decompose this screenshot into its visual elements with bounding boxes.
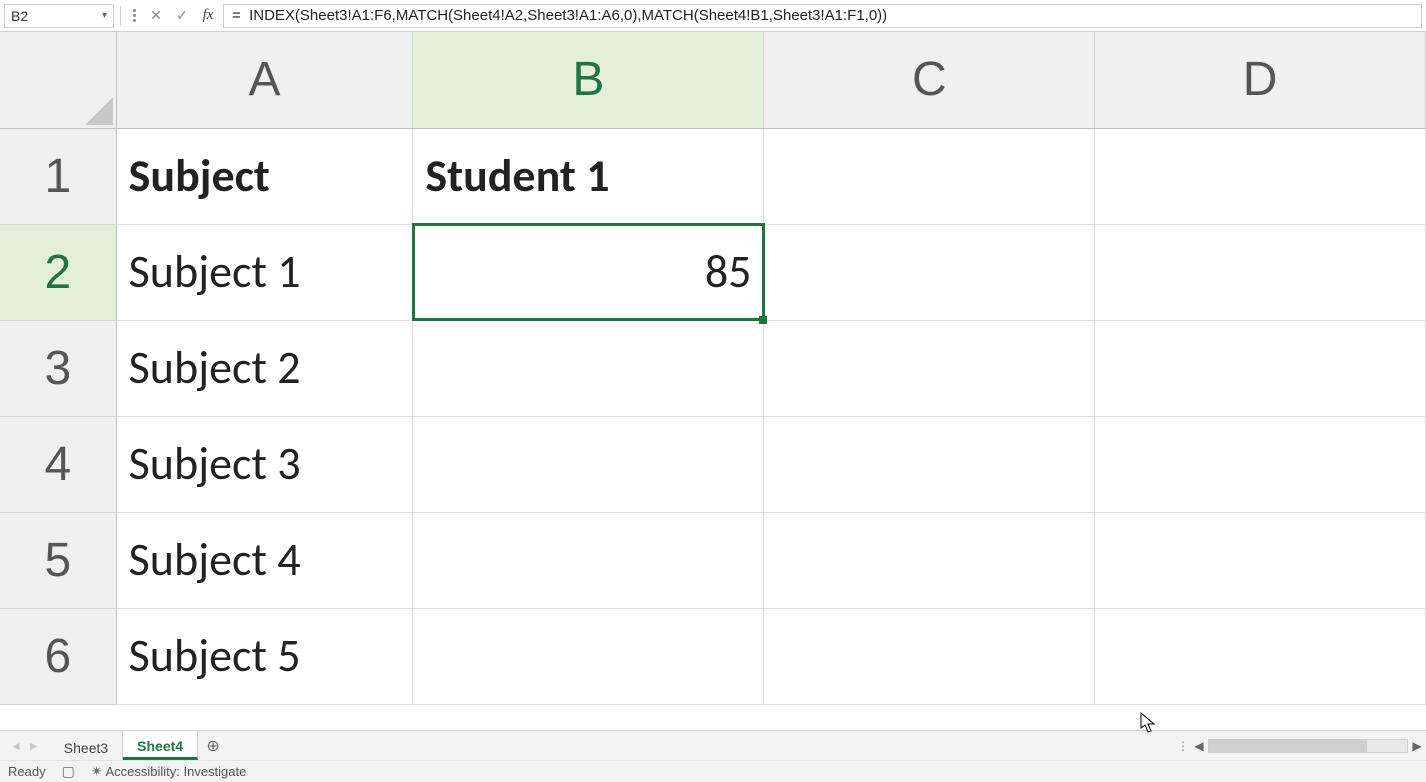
column-header-A[interactable]: A <box>116 32 413 128</box>
spacer <box>228 731 1176 760</box>
cell-C4[interactable] <box>764 416 1095 512</box>
cell-A6[interactable]: Subject 5 <box>116 608 413 704</box>
cell-C3[interactable] <box>764 320 1095 416</box>
cell-D5[interactable] <box>1095 512 1426 608</box>
cell-B5[interactable] <box>413 512 764 608</box>
sheet-table: ABCD1SubjectStudent 12Subject 1853Subjec… <box>0 32 1426 705</box>
accessibility-status[interactable]: ✴ Accessibility: Investigate <box>91 763 247 780</box>
scroll-thumb[interactable] <box>1209 740 1367 752</box>
row-header-2[interactable]: 2 <box>0 224 116 320</box>
accessibility-text: Accessibility: Investigate <box>105 764 246 779</box>
scroll-left-button[interactable]: ◀ <box>1190 739 1208 753</box>
cell-C2[interactable] <box>764 224 1095 320</box>
cell-A5[interactable]: Subject 4 <box>116 512 413 608</box>
column-header-B[interactable]: B <box>413 32 764 128</box>
column-header-C[interactable]: C <box>764 32 1095 128</box>
cancel-formula-button[interactable]: ✕ <box>145 5 167 27</box>
cell-D2[interactable] <box>1095 224 1426 320</box>
cell-A2[interactable]: Subject 1 <box>116 224 413 320</box>
status-bar: Ready ▢ ✴ Accessibility: Investigate <box>0 760 1426 782</box>
scroll-track[interactable] <box>1208 739 1408 753</box>
macro-recorder-icon[interactable]: ▢ <box>62 763 75 780</box>
cell-B3[interactable] <box>413 320 764 416</box>
separator <box>120 6 121 26</box>
tabs-next-button[interactable]: ► <box>28 739 40 753</box>
scroll-options-icon[interactable]: ⋮ <box>1176 739 1190 753</box>
tabs-prev-button[interactable]: ◄ <box>10 739 22 753</box>
sheet-tabs-nav: ◄ ► <box>0 731 50 760</box>
cell-D3[interactable] <box>1095 320 1426 416</box>
insert-function-button[interactable]: fx <box>197 5 219 27</box>
cell-B1[interactable]: Student 1 <box>413 128 764 224</box>
status-ready: Ready <box>8 764 46 779</box>
chevron-down-icon[interactable]: ▾ <box>102 10 107 21</box>
cell-A3[interactable]: Subject 2 <box>116 320 413 416</box>
row-header-4[interactable]: 4 <box>0 416 116 512</box>
enter-formula-button[interactable]: ✓ <box>171 5 193 27</box>
scroll-right-button[interactable]: ▶ <box>1408 739 1426 753</box>
row-header-1[interactable]: 1 <box>0 128 116 224</box>
cell-C1[interactable] <box>764 128 1095 224</box>
cell-B4[interactable] <box>413 416 764 512</box>
cell-C5[interactable] <box>764 512 1095 608</box>
cell-B2[interactable]: 85 <box>413 224 764 320</box>
horizontal-scrollbar[interactable]: ⋮ ◀ ▶ <box>1176 731 1426 760</box>
cancel-icon: ✕ <box>150 7 162 24</box>
row-header-6[interactable]: 6 <box>0 608 116 704</box>
cell-D4[interactable] <box>1095 416 1426 512</box>
plus-circle-icon: ⊕ <box>206 736 219 756</box>
cell-D6[interactable] <box>1095 608 1426 704</box>
sheet-tabs-list: Sheet3Sheet4 <box>50 731 198 760</box>
spreadsheet-grid[interactable]: ABCD1SubjectStudent 12Subject 1853Subjec… <box>0 32 1426 730</box>
accessibility-icon: ✴ <box>91 763 103 779</box>
check-icon: ✓ <box>176 7 188 24</box>
cell-A4[interactable]: Subject 3 <box>116 416 413 512</box>
sheet-tab-sheet4[interactable]: Sheet4 <box>123 731 198 760</box>
sheet-tabs-bar: ◄ ► Sheet3Sheet4 ⊕ ⋮ ◀ ▶ <box>0 730 1426 760</box>
select-all-corner[interactable] <box>0 32 116 128</box>
cell-A1[interactable]: Subject <box>116 128 413 224</box>
fx-icon: fx <box>203 7 214 24</box>
formula-input[interactable] <box>223 4 1422 28</box>
new-sheet-button[interactable]: ⊕ <box>198 731 228 760</box>
row-header-3[interactable]: 3 <box>0 320 116 416</box>
cell-C6[interactable] <box>764 608 1095 704</box>
cell-B6[interactable] <box>413 608 764 704</box>
column-header-D[interactable]: D <box>1095 32 1426 128</box>
formula-bar: B2 ▾ ✕ ✓ fx <box>0 0 1426 32</box>
name-box-value: B2 <box>11 8 28 24</box>
cell-D1[interactable] <box>1095 128 1426 224</box>
row-header-5[interactable]: 5 <box>0 512 116 608</box>
sheet-tab-sheet3[interactable]: Sheet3 <box>50 731 123 760</box>
name-box[interactable]: B2 ▾ <box>4 4 114 28</box>
formula-bar-options-icon[interactable] <box>127 9 141 22</box>
